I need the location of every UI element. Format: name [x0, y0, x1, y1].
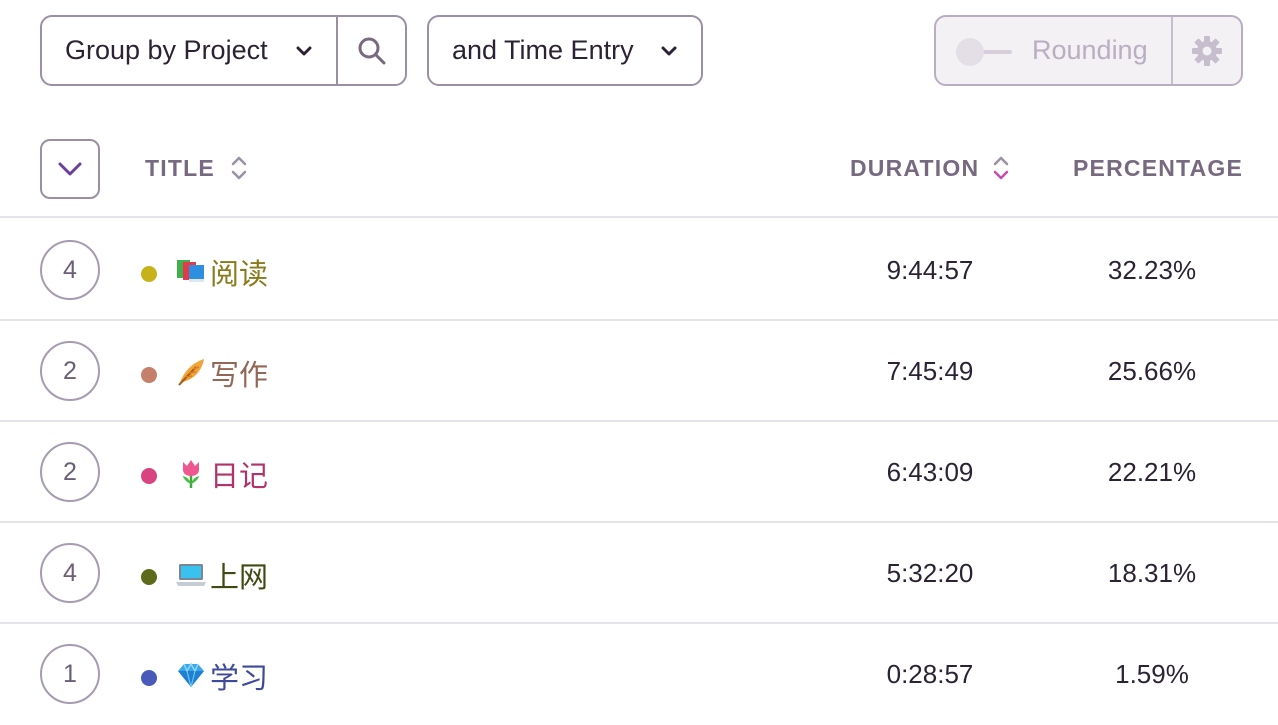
column-header-percentage: PERCENTAGE — [1073, 155, 1244, 181]
column-header-title[interactable]: TITLE — [145, 155, 215, 182]
duration-value: 7:45:49 — [886, 356, 974, 386]
percentage-value: 1.59% — [1115, 659, 1189, 689]
chevron-down-icon — [661, 46, 677, 55]
group-by-control: Group by Project — [40, 15, 407, 86]
tulip-icon — [183, 460, 199, 488]
table-header: TITLE DURATION PERCENTAGE — [0, 120, 1278, 218]
table-row[interactable]: 2 日记 6:43:09 22.21% — [0, 422, 1278, 523]
project-title: 阅读 — [210, 257, 269, 291]
group-by-select[interactable]: Group by Project — [42, 17, 338, 84]
duration-value: 5:32:20 — [886, 558, 974, 588]
expand-all-button[interactable] — [40, 139, 100, 199]
column-header-duration[interactable]: DURATION — [850, 155, 979, 182]
entry-count-badge[interactable]: 4 — [40, 543, 100, 603]
rounding-control: Rounding — [934, 15, 1243, 86]
books-icon — [177, 260, 204, 282]
entry-count-badge[interactable]: 2 — [40, 442, 100, 502]
entry-count-badge[interactable]: 1 — [40, 644, 100, 704]
rounding-toggle[interactable]: Rounding — [936, 17, 1173, 84]
percentage-value: 32.23% — [1107, 255, 1197, 285]
toolbar: Group by Project and Time Entry Rounding — [0, 0, 1278, 100]
feather-icon — [178, 359, 204, 386]
sort-icon[interactable] — [230, 154, 248, 182]
chevron-down-icon — [296, 46, 312, 55]
project-color-dot — [141, 569, 157, 585]
table-row[interactable]: 4 阅读 9:44:57 32.23% — [0, 220, 1278, 321]
project-color-dot — [141, 367, 157, 383]
project-title: 学习 — [210, 661, 269, 695]
chevron-down-icon — [58, 162, 82, 176]
entry-count-badge[interactable]: 2 — [40, 341, 100, 401]
percentage-value: 18.31% — [1107, 558, 1197, 588]
table-row[interactable]: 1 学习 0:28:57 1.59% — [0, 624, 1278, 725]
search-button[interactable] — [338, 17, 405, 84]
duration-value: 6:43:09 — [886, 457, 974, 487]
duration-value: 9:44:57 — [886, 255, 974, 285]
gear-icon — [1192, 35, 1222, 66]
gem-icon — [178, 662, 204, 688]
project-color-dot — [141, 468, 157, 484]
percentage-value: 22.21% — [1107, 457, 1197, 487]
project-title: 上网 — [210, 560, 269, 594]
search-icon — [358, 37, 385, 64]
project-color-dot — [141, 266, 157, 282]
sub-group-label: and Time Entry — [452, 35, 634, 65]
laptop-icon — [176, 564, 206, 586]
table-row[interactable]: 2 写作 7:45:49 25.66% — [0, 321, 1278, 422]
rounding-settings-button[interactable] — [1173, 17, 1241, 84]
sub-group-control: and Time Entry — [427, 15, 703, 86]
project-title: 日记 — [210, 459, 269, 493]
group-by-label: Group by Project — [65, 35, 268, 65]
sort-active-icon[interactable] — [992, 154, 1010, 182]
table-row[interactable]: 4 上网 5:32:20 18.31% — [0, 523, 1278, 624]
percentage-value: 25.66% — [1107, 356, 1197, 386]
rounding-label: Rounding — [1032, 35, 1148, 65]
project-color-dot — [141, 670, 157, 686]
entry-count-badge[interactable]: 4 — [40, 240, 100, 300]
duration-value: 0:28:57 — [886, 659, 974, 689]
toggle-knob — [956, 38, 984, 66]
sub-group-select[interactable]: and Time Entry — [429, 17, 701, 84]
project-title: 写作 — [210, 358, 269, 392]
